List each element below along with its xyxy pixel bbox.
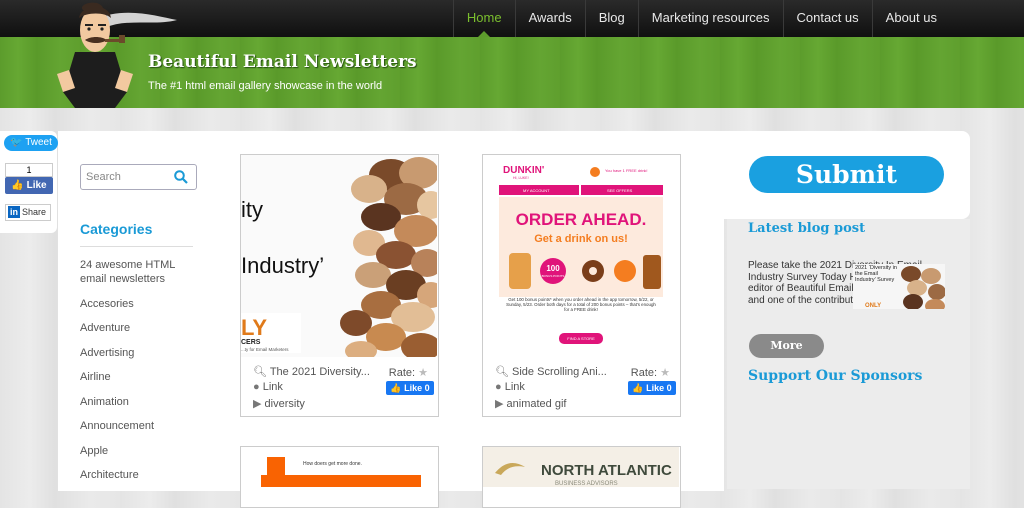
card-tag[interactable]: diversity [265,398,305,410]
thumbs-up-icon: 👍 [11,180,24,191]
category-item[interactable]: Adventure [80,321,200,335]
nav-blog[interactable]: Blog [584,0,638,37]
thumb-text: BUSINESS ADVISORS [555,481,618,487]
north-atlantic-email-image: NORTH ATLANTIC BUSINESS ADVISORS [483,447,679,487]
thumb-text: NORTH ATLANTIC [541,462,672,479]
rate-label: Rate: [388,367,416,379]
sponsors-heading: Support Our Sponsors [748,368,923,384]
rate-label: Rate: [630,367,658,379]
mascot-logo[interactable] [55,0,180,108]
search-input[interactable]: Search [80,164,197,190]
card-link-row[interactable]: ● Link [495,381,525,393]
search-placeholder: Search [86,171,121,183]
magnifier-icon: 🔍︎ [495,366,509,378]
newsletter-card[interactable]: How doers get more done. [240,446,439,508]
newsletter-card[interactable]: NORTH ATLANTIC BUSINESS ADVISORS [482,446,681,508]
tweet-label: Tweet [25,137,52,148]
nav-about-us[interactable]: About us [871,0,950,37]
category-item[interactable]: Apple [80,444,200,458]
card-title[interactable]: Side Scrolling Ani... [512,366,607,378]
nav-contact-us[interactable]: Contact us [782,0,872,37]
linkedin-icon: in [8,206,20,218]
tweet-button[interactable]: 🐦 Tweet [4,135,58,151]
card-tag[interactable]: animated gif [507,398,567,410]
thumb-text: How doers get more done. [303,461,362,467]
magnifier-icon: 🔍︎ [253,366,267,378]
submit-button[interactable]: Submit [749,156,944,193]
facebook-like-button[interactable]: 👍 Like 0 [628,381,676,395]
card-link[interactable]: Link [505,381,525,393]
card-link-row[interactable]: ● Link [253,381,283,393]
card-title[interactable]: The 2021 Diversity... [270,366,370,378]
card-link[interactable]: Link [263,381,283,393]
newsletter-card[interactable]: DUNKIN' HI, LUKE! You have 1 FREE drink!… [482,154,681,417]
category-item[interactable]: 24 awesome HTML email newsletters [80,258,200,286]
divider [80,246,193,247]
linkedin-share-label: Share [22,207,47,217]
category-item[interactable]: Advertising [80,346,200,360]
thumbs-up-icon: 👍 [390,383,402,393]
blog-thumbnail-image: 2021 ‘Diversity in the Email Industry’ S… [853,264,945,309]
newsletter-card[interactable]: ity Industry’ LY CERS ...ty for Email Ma… [240,154,439,417]
tag-icon: ▶ [495,398,504,410]
more-button[interactable]: More [749,334,824,358]
nav-marketing-resources[interactable]: Marketing resources [637,0,783,37]
site-tagline: The #1 html email gallery showcase in th… [148,80,383,92]
category-item[interactable]: Animation [80,395,200,409]
facebook-like-count: 1 [5,163,53,177]
comment-icon: ● [253,381,260,393]
nav-awards[interactable]: Awards [514,0,585,37]
search-icon[interactable] [174,170,188,184]
linkedin-share-button[interactable]: in Share [5,204,51,221]
card-title-row[interactable]: 🔍︎ Side Scrolling Ani... [495,365,607,378]
blog-thumbnail[interactable]: 2021 ‘Diversity in the Email Industry’ S… [853,264,945,309]
site-title[interactable]: Beautiful Email Newsletters [148,52,417,72]
thumb-text: ONLY [865,303,881,309]
rate-widget[interactable]: Rate: ★ [631,366,670,379]
facebook-like-button[interactable]: 👍 Like [5,177,53,194]
twitter-icon: 🐦 [10,137,23,148]
rate-widget[interactable]: Rate: ★ [389,366,428,379]
main-nav: Home Awards Blog Marketing resources Con… [452,0,950,37]
star-icon[interactable]: ★ [418,367,428,379]
category-item[interactable]: Airline [80,370,200,384]
home-depot-email-image: How doers get more done. [241,447,437,487]
comment-icon: ● [495,381,502,393]
thumbs-up-icon: 👍 [632,383,644,393]
categories-heading: Categories [80,221,153,237]
categories-list: 24 awesome HTML email newsletters Acceso… [80,258,200,493]
facebook-like-button[interactable]: 👍 Like 0 [386,381,434,395]
category-item[interactable]: Accesories [80,297,200,311]
tag-icon: ▶ [253,398,262,410]
star-icon[interactable]: ★ [660,367,670,379]
card-tag-row[interactable]: ▶ animated gif [495,397,566,410]
card-tag-row[interactable]: ▶ diversity [253,397,305,410]
latest-blog-heading: Latest blog post [748,221,866,236]
card-title-row[interactable]: 🔍︎ The 2021 Diversity... [253,365,370,378]
category-item[interactable]: Announcement [80,419,200,433]
nav-home[interactable]: Home [452,0,515,37]
facebook-like-widget[interactable]: 1 👍 Like [5,163,53,194]
thumb-text: 2021 ‘Diversity in the Email Industry’ S… [855,265,897,283]
